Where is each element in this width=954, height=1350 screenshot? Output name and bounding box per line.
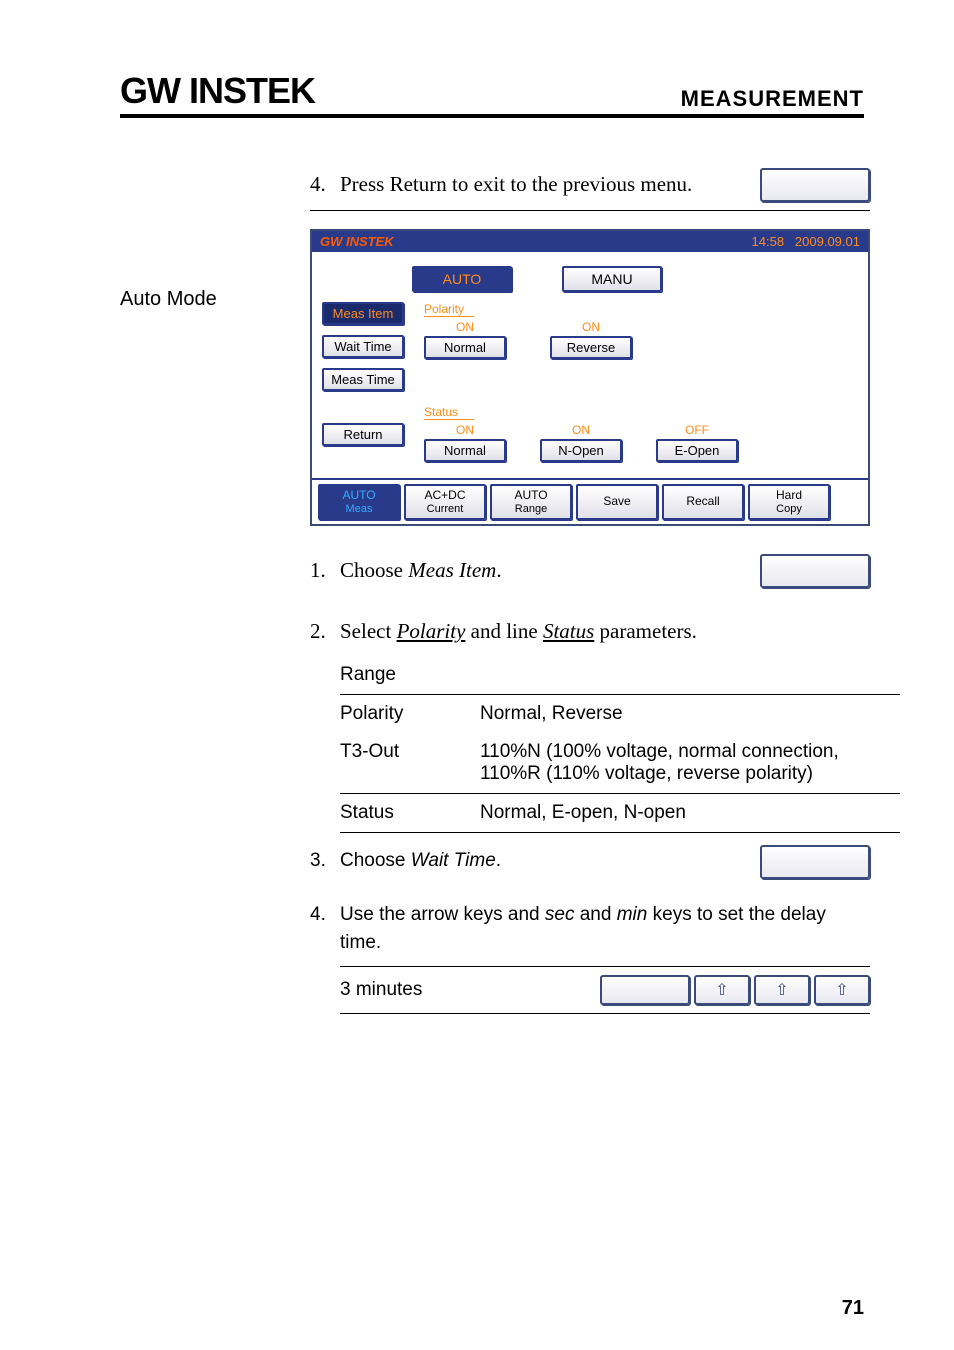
- bottom-auto-range[interactable]: AUTORange: [490, 484, 572, 520]
- btn-return[interactable]: Return: [322, 423, 404, 446]
- table-cell: 110%N (100% voltage, normal connection, …: [480, 741, 900, 785]
- delay-label: 3 minutes: [340, 979, 480, 1001]
- step-text: Use the arrow keys and sec and min keys …: [340, 901, 870, 958]
- step-number: 2.: [310, 616, 330, 648]
- step-text: Press Return to exit to the previous men…: [340, 169, 742, 201]
- step-number: 3.: [310, 847, 330, 876]
- status-group-label: Status: [424, 405, 474, 420]
- arrow-up-icon[interactable]: ⇧: [754, 975, 810, 1005]
- brand-logo: GW INSTEK: [120, 70, 315, 112]
- tab-manu[interactable]: MANU: [562, 266, 662, 292]
- table-cell: Polarity: [340, 703, 480, 725]
- btn-meas-time[interactable]: Meas Time: [322, 368, 404, 391]
- step-text: Select Polarity and line Status paramete…: [340, 616, 870, 648]
- btn-status-nopen[interactable]: N-Open: [540, 439, 622, 462]
- step-text: Choose Meas Item.: [340, 555, 742, 587]
- status-off: OFF: [656, 423, 738, 437]
- btn-wait-time[interactable]: Wait Time: [322, 335, 404, 358]
- polarity-on-1: ON: [424, 320, 506, 334]
- device-time: 14:58 2009.09.01: [752, 234, 860, 249]
- table-cell: Normal, E-open, N-open: [480, 802, 900, 824]
- bottom-hardcopy[interactable]: HardCopy: [748, 484, 830, 520]
- table-cell: T3-Out: [340, 741, 480, 785]
- auto-mode-label: Auto Mode: [120, 288, 280, 311]
- section-title: MEASUREMENT: [681, 86, 864, 112]
- meas-item-button-placeholder: [760, 554, 870, 588]
- btn-polarity-normal[interactable]: Normal: [424, 336, 506, 359]
- btn-status-normal[interactable]: Normal: [424, 439, 506, 462]
- device-screenshot: GW INSTEK 14:58 2009.09.01 AUTO MANU Mea…: [310, 229, 870, 526]
- status-on-1: ON: [424, 423, 506, 437]
- polarity-on-2: ON: [550, 320, 632, 334]
- bottom-recall[interactable]: Recall: [662, 484, 744, 520]
- step-text: Choose Wait Time.: [340, 847, 742, 876]
- device-brand: GW INSTEK: [320, 234, 394, 249]
- table-cell: Normal, Reverse: [480, 703, 900, 725]
- polarity-group-label: Polarity: [424, 302, 474, 317]
- bottom-acdc[interactable]: AC+DCCurrent: [404, 484, 486, 520]
- wait-time-button-placeholder: [760, 845, 870, 879]
- btn-meas-item[interactable]: Meas Item: [322, 302, 404, 325]
- table-header-range: Range: [340, 664, 480, 686]
- delay-value-placeholder: [600, 975, 690, 1005]
- step-number: 4.: [310, 169, 330, 201]
- btn-polarity-reverse[interactable]: Reverse: [550, 336, 632, 359]
- status-on-2: ON: [540, 423, 622, 437]
- arrow-up-icon[interactable]: ⇧: [694, 975, 750, 1005]
- step-number: 4.: [310, 901, 330, 930]
- btn-status-eopen[interactable]: E-Open: [656, 439, 738, 462]
- table-cell: Status: [340, 802, 480, 824]
- bottom-save[interactable]: Save: [576, 484, 658, 520]
- step-number: 1.: [310, 555, 330, 587]
- tab-auto[interactable]: AUTO: [412, 266, 512, 292]
- page-number: 71: [842, 1297, 864, 1320]
- arrow-up-icon[interactable]: ⇧: [814, 975, 870, 1005]
- bottom-auto-meas[interactable]: AUTOMeas: [318, 484, 400, 520]
- return-button-placeholder: [760, 168, 870, 202]
